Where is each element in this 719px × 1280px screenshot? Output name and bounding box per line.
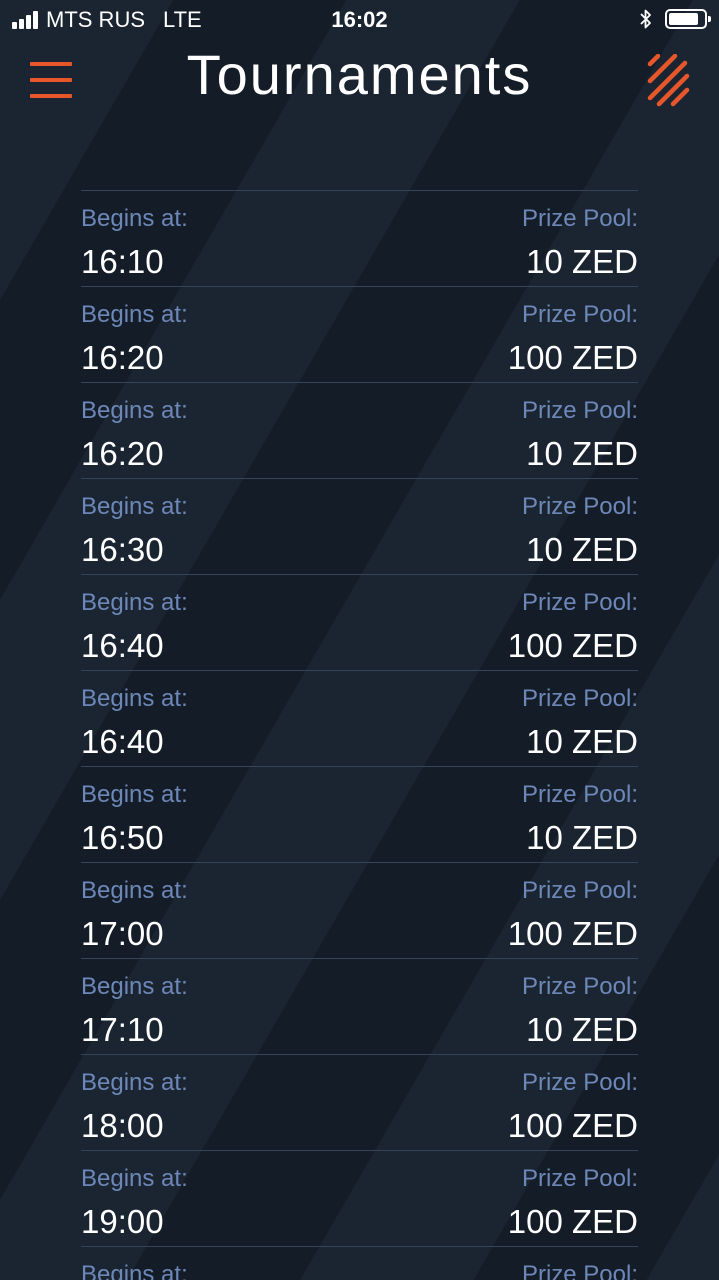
prize-value: 10 ZED (526, 819, 638, 856)
begins-label: Begins at: (81, 301, 188, 328)
begins-label: Begins at: (81, 685, 188, 712)
header: Tournaments (0, 40, 719, 120)
prize-label: Prize Pool: (521, 1261, 638, 1280)
tournament-row[interactable]: Begins at: 16:20 Prize Pool: 100 ZED (81, 286, 638, 382)
tournament-row[interactable]: Begins at: 17:10 Prize Pool: 10 ZED (81, 958, 638, 1054)
begins-label: Begins at: (81, 1165, 188, 1192)
begins-label: Begins at: (81, 493, 188, 520)
prize-value: 100 ZED (507, 339, 638, 376)
status-time: 16:02 (331, 7, 388, 32)
prize-label: Prize Pool: (521, 973, 638, 1000)
prize-label: Prize Pool: (521, 301, 638, 328)
begins-label: Begins at: (81, 781, 188, 808)
prize-value: 100 ZED (507, 1107, 638, 1144)
prize-value: 10 ZED (526, 435, 638, 472)
prize-value: 100 ZED (507, 627, 638, 664)
bluetooth-icon (640, 9, 651, 29)
prize-label: Prize Pool: (521, 1165, 638, 1192)
begins-label: Begins at: (81, 1069, 188, 1096)
tournament-row[interactable]: Begins at: 16:40 Prize Pool: 10 ZED (81, 670, 638, 766)
battery-nub (708, 16, 711, 22)
prize-label: Prize Pool: (521, 397, 638, 424)
prize-label: Prize Pool: (521, 877, 638, 904)
start-time: 16:50 (81, 819, 164, 856)
status-bar: MTS RUS LTE 16:02 (0, 0, 719, 40)
brand-slash-logo-icon[interactable] (645, 54, 691, 108)
prize-value: 10 ZED (526, 243, 638, 280)
app-screen: MTS RUS LTE 16:02 Tournaments Begins at:… (0, 0, 719, 1280)
start-time: 19:00 (81, 1203, 164, 1240)
prize-label: Prize Pool: (521, 685, 638, 712)
tournament-row[interactable]: Begins at: 17:00 Prize Pool: 100 ZED (81, 862, 638, 958)
prize-value: 100 ZED (507, 1203, 638, 1240)
tournament-row[interactable]: Begins at: 16:30 Prize Pool: 10 ZED (81, 478, 638, 574)
battery-icon (665, 9, 711, 29)
tournament-row[interactable]: Begins at: 18:00 Prize Pool: 100 ZED (81, 1054, 638, 1150)
start-time: 16:30 (81, 531, 164, 568)
tournament-row[interactable]: Begins at: 19:00 Prize Pool: 100 ZED (81, 1150, 638, 1246)
prize-label: Prize Pool: (521, 589, 638, 616)
prize-value: 10 ZED (526, 531, 638, 568)
tournament-row[interactable]: Begins at: 16:10 Prize Pool: 10 ZED (81, 190, 638, 286)
start-time: 16:20 (81, 339, 164, 376)
prize-value: 100 ZED (507, 915, 638, 952)
page-title: Tournaments (186, 43, 533, 106)
prize-value: 10 ZED (526, 1011, 638, 1048)
begins-label: Begins at: (81, 1261, 188, 1280)
tournament-row[interactable]: Begins at: 16:40 Prize Pool: 100 ZED (81, 574, 638, 670)
prize-value: 10 ZED (526, 723, 638, 760)
start-time: 16:20 (81, 435, 164, 472)
prize-label: Prize Pool: (521, 781, 638, 808)
tournament-row[interactable]: Begins at: 16:20 Prize Pool: 10 ZED (81, 382, 638, 478)
prize-label: Prize Pool: (521, 1069, 638, 1096)
start-time: 16:40 (81, 723, 164, 760)
tournament-row[interactable]: Begins at: 16:50 Prize Pool: 10 ZED (81, 766, 638, 862)
prize-label: Prize Pool: (521, 205, 638, 232)
start-time: 17:00 (81, 915, 164, 952)
begins-label: Begins at: (81, 205, 188, 232)
start-time: 16:40 (81, 627, 164, 664)
tournament-list: Begins at: 16:10 Prize Pool: 10 ZED Begins a… (81, 190, 638, 1280)
start-time: 18:00 (81, 1107, 164, 1144)
begins-label: Begins at: (81, 877, 188, 904)
tournament-row[interactable]: Begins at: Prize Pool: (81, 1246, 638, 1280)
start-time: 16:10 (81, 243, 164, 280)
battery-level (669, 13, 698, 25)
status-right (639, 8, 711, 30)
start-time: 17:10 (81, 1011, 164, 1048)
begins-label: Begins at: (81, 397, 188, 424)
prize-label: Prize Pool: (521, 493, 638, 520)
begins-label: Begins at: (81, 589, 188, 616)
begins-label: Begins at: (81, 973, 188, 1000)
